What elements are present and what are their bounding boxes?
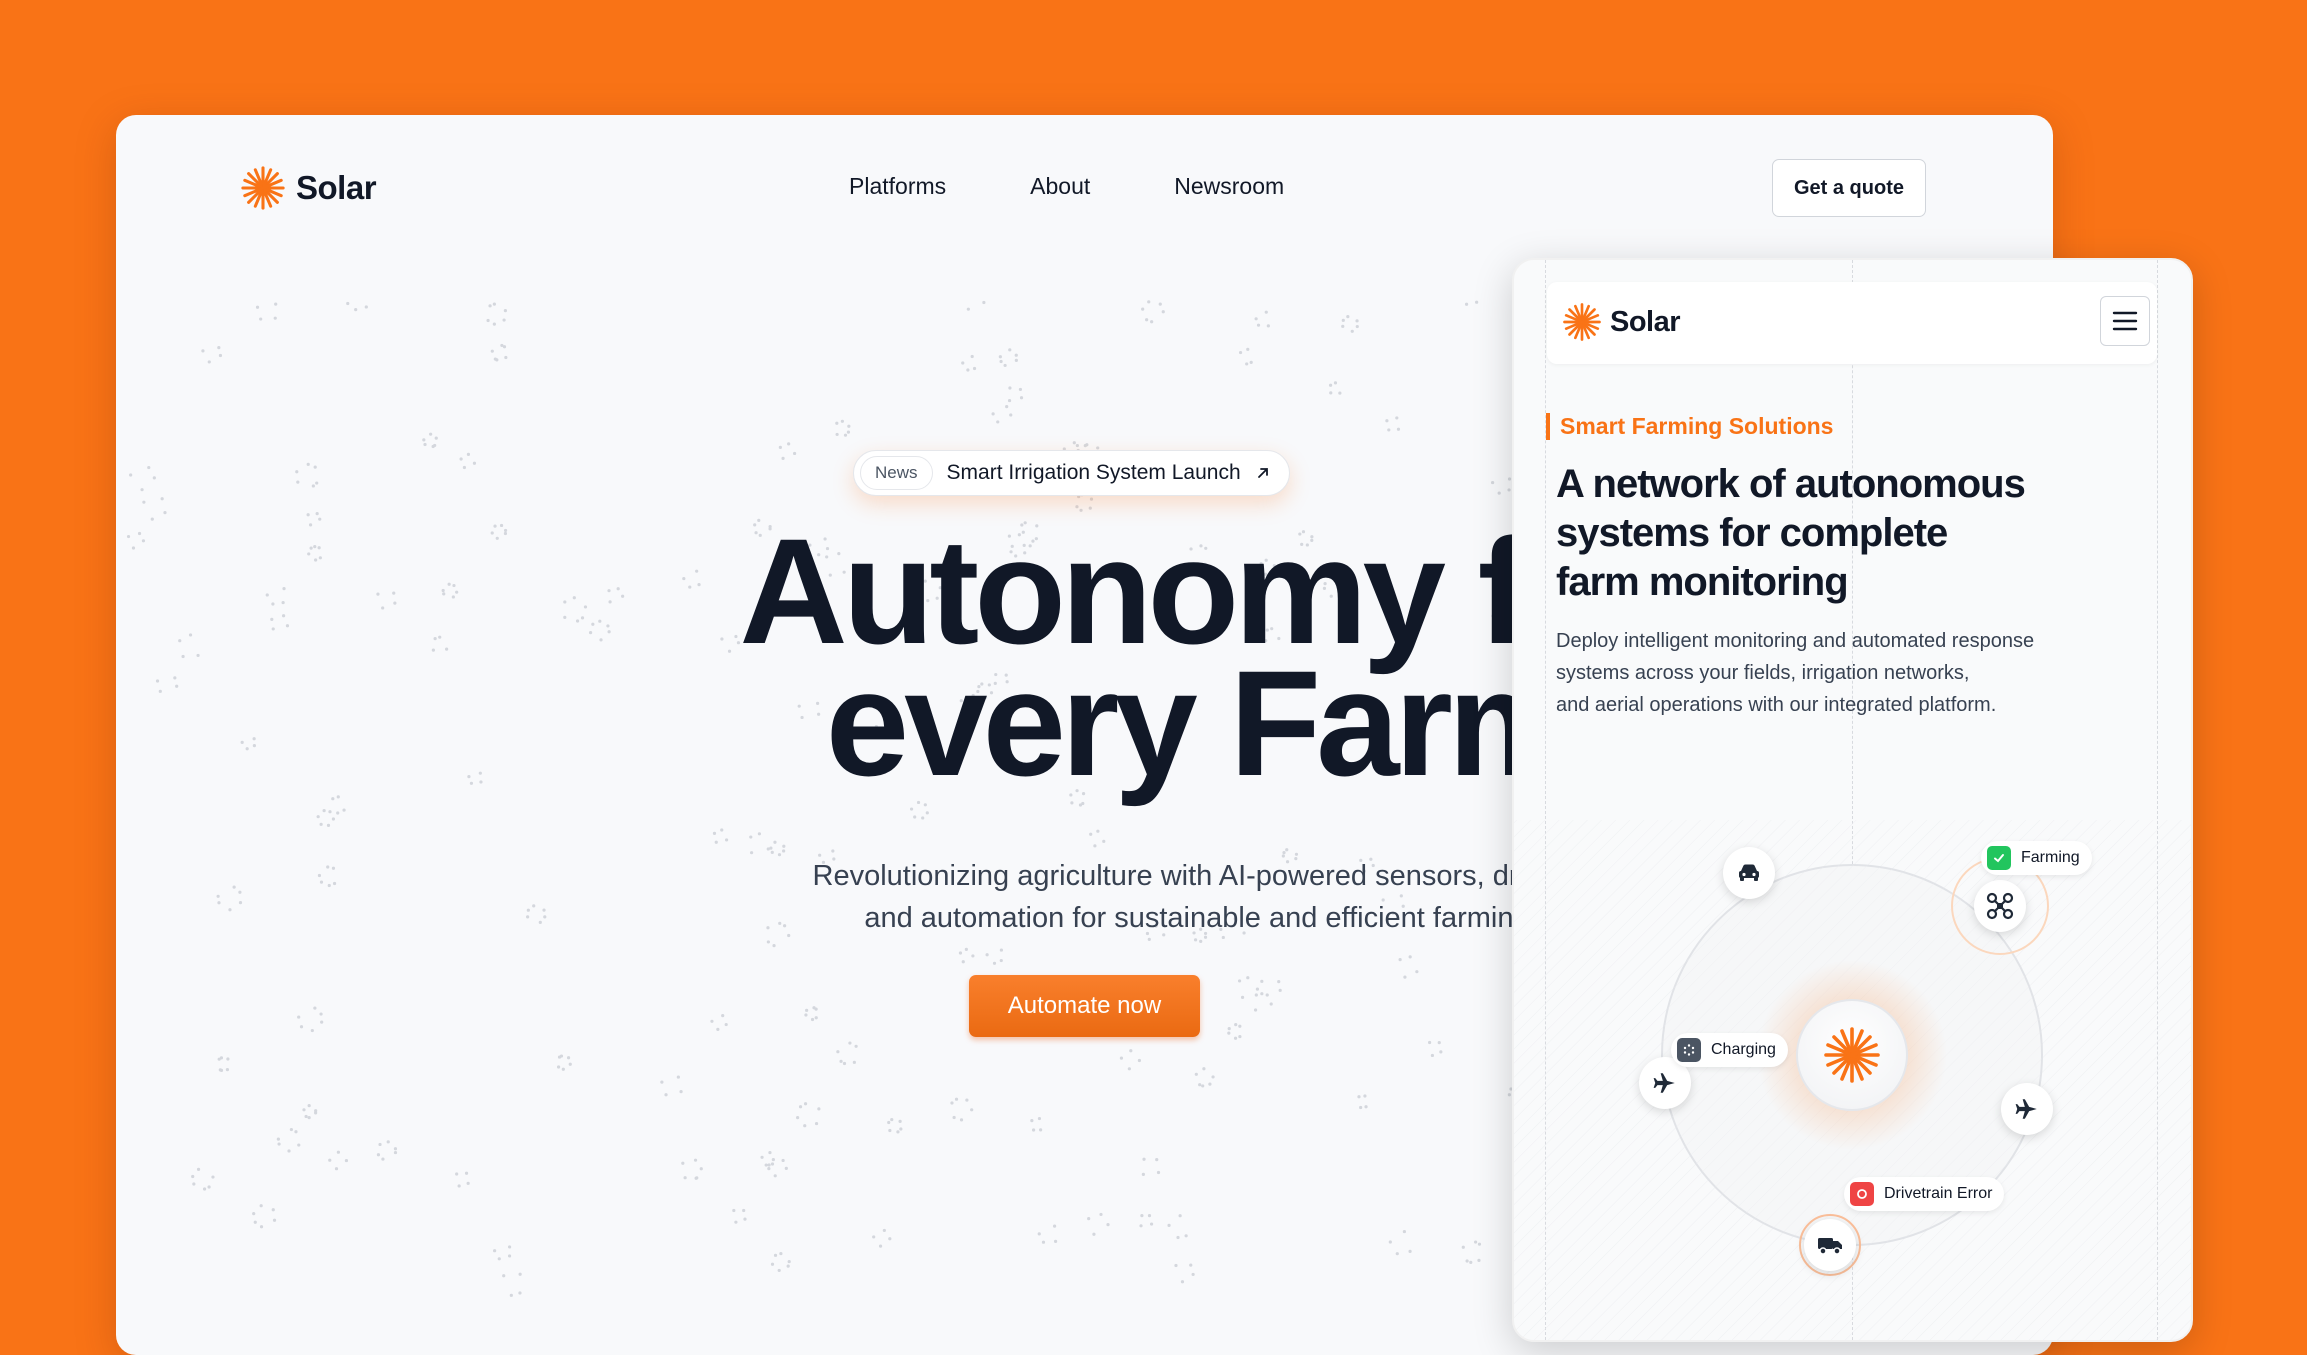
mobile-preview: Solar Smart Farming Solutions A network … [1512, 258, 2193, 1342]
charging-label: Charging [1711, 1041, 1776, 1058]
mobile-description: Deploy intelligent monitoring and automa… [1556, 625, 2136, 721]
mobile-title-line1: A network of autonomous [1556, 462, 2026, 506]
mobile-title-line3: farm monitoring [1556, 560, 1849, 604]
fleet-orbit-diagram: Farming Charging Drivetrain Error [1514, 780, 2191, 1340]
drone-icon [1986, 892, 2014, 920]
car-icon [1739, 864, 1759, 881]
main-nav: Platforms About Newsroom [849, 173, 1284, 200]
news-text: Smart Irrigation System Launch [946, 461, 1241, 484]
mobile-header: Solar [1547, 282, 2157, 364]
aircraft-node[interactable] [2001, 1083, 2053, 1135]
farming-label: Farming [2021, 849, 2080, 866]
automate-now-button[interactable]: Automate now [969, 975, 1200, 1037]
error-label: Drivetrain Error [1884, 1185, 1993, 1202]
sun-logo-icon [1563, 303, 1601, 341]
mobile-desc-line1: Deploy intelligent monitoring and automa… [1556, 630, 2035, 652]
arrow-up-right-icon [1257, 468, 1268, 478]
airplane-icon [1653, 1073, 1675, 1093]
hamburger-menu-icon [2112, 311, 2138, 331]
loading-icon [1677, 1038, 1701, 1062]
error-status-badge: Drivetrain Error [1844, 1177, 2005, 1211]
check-icon [1987, 846, 2011, 870]
mobile-desc-line3: and aerial operations with our integrate… [1556, 694, 1997, 716]
brand-name: Solar [296, 169, 377, 206]
nav-newsroom[interactable]: Newsroom [1174, 173, 1284, 200]
airplane-icon [2015, 1099, 2037, 1119]
truck-node[interactable] [1804, 1219, 1856, 1271]
sun-logo-icon [241, 166, 285, 210]
mobile-brand-name: Solar [1610, 305, 1681, 338]
error-icon [1850, 1182, 1874, 1206]
news-announcement-pill[interactable]: News Smart Irrigation System Launch [853, 450, 1290, 496]
charging-status-badge: Charging [1671, 1033, 1788, 1067]
hero-title-line2: every Farm [825, 639, 1582, 807]
mobile-title-line2: systems for complete [1556, 511, 1948, 555]
vehicle-node[interactable] [1723, 847, 1775, 899]
news-tag: News [860, 456, 933, 490]
farming-status-badge: Farming [1981, 841, 2092, 875]
drone-node[interactable] [1974, 880, 2026, 932]
brand-logo[interactable]: Solar [240, 165, 377, 211]
section-eyebrow: Smart Farming Solutions [1546, 413, 1833, 440]
dot-pattern-background [126, 299, 1565, 1297]
get-a-quote-button[interactable]: Get a quote [1772, 159, 1926, 217]
nav-platforms[interactable]: Platforms [849, 173, 946, 200]
mobile-brand-logo[interactable]: Solar [1562, 302, 1681, 342]
mobile-desc-line2: systems across your fields, irrigation n… [1556, 662, 1970, 684]
truck-icon [1818, 1238, 1842, 1255]
nav-about[interactable]: About [1030, 173, 1090, 200]
mobile-title: A network of autonomous systems for comp… [1556, 460, 2076, 607]
hero-subtitle-line2: and automation for sustainable and effic… [864, 902, 1538, 934]
hamburger-menu-button[interactable] [2100, 296, 2150, 346]
hero-subtitle-line1: Revolutionizing agriculture with AI-powe… [812, 860, 1590, 892]
